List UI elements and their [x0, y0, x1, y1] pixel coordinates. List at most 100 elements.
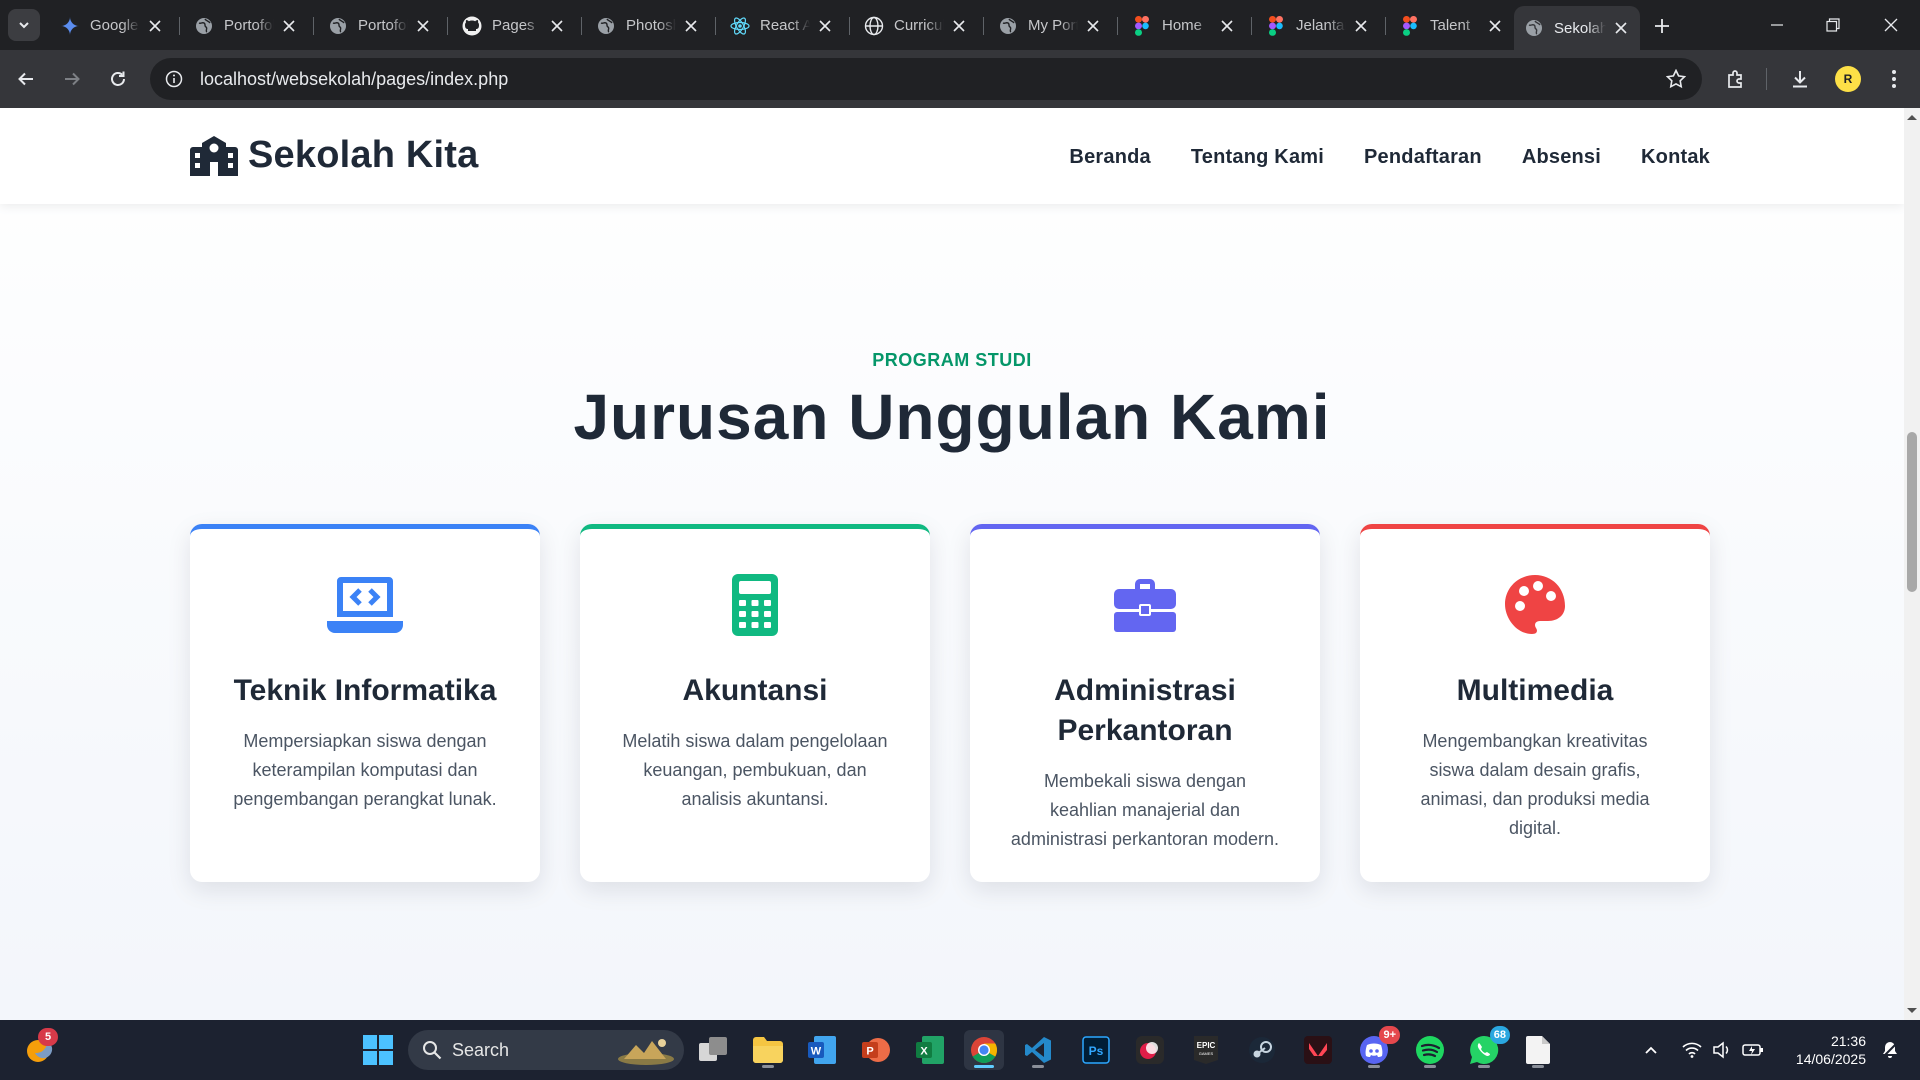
- close-icon[interactable]: [682, 17, 700, 35]
- minimize-button[interactable]: [1760, 10, 1794, 40]
- card-description: Membekali siswa dengan keahlian manajeri…: [1010, 771, 1280, 849]
- tab-photoshop[interactable]: Photoshop: [586, 9, 710, 42]
- tab-curriculum[interactable]: Curriculum: [854, 9, 978, 42]
- tab-title: Curriculum: [894, 17, 944, 34]
- tab-home[interactable]: Home: [1122, 9, 1246, 42]
- forward-button[interactable]: [54, 61, 90, 97]
- excel-button[interactable]: X: [910, 1030, 950, 1070]
- tab-strip: Google Portofolio Portofolio Pages Photo…: [0, 0, 1920, 50]
- close-icon[interactable]: [548, 17, 566, 35]
- back-button[interactable]: [8, 61, 44, 97]
- powerpoint-button[interactable]: P: [856, 1030, 896, 1070]
- tab-sekolah-kita-active[interactable]: Sekolah Kita: [1514, 6, 1640, 50]
- whatsapp-button[interactable]: 68: [1464, 1026, 1510, 1070]
- vscode-button[interactable]: [1018, 1030, 1058, 1070]
- discord-button[interactable]: 9+: [1354, 1026, 1400, 1070]
- davinci-button[interactable]: [1130, 1030, 1170, 1070]
- task-view-button[interactable]: [694, 1030, 734, 1070]
- program-card-administrasi-perkantoran[interactable]: Administrasi Perkantoran Membekali siswa…: [970, 524, 1320, 882]
- site-logo[interactable]: Sekolah Kita: [190, 134, 478, 177]
- program-card-multimedia[interactable]: Multimedia Mengembangkan kreativitas sis…: [1360, 524, 1710, 882]
- chrome-button[interactable]: [964, 1030, 1004, 1070]
- folder-icon: [753, 1037, 783, 1063]
- nav-link-absensi[interactable]: Absensi: [1522, 146, 1601, 169]
- chevron-up-icon[interactable]: [1644, 1043, 1658, 1057]
- scrollbar-thumb[interactable]: [1907, 432, 1917, 592]
- tab-jelantara[interactable]: Jelantara: [1256, 9, 1380, 42]
- nav-link-kontak[interactable]: Kontak: [1641, 146, 1710, 169]
- word-button[interactable]: W: [802, 1030, 842, 1070]
- close-icon[interactable]: [1352, 17, 1370, 35]
- tab-portofolio-2[interactable]: Portofolio: [318, 9, 442, 42]
- steam-button[interactable]: [1242, 1030, 1282, 1070]
- search-placeholder: Search: [452, 1039, 510, 1060]
- valorant-button[interactable]: [1298, 1030, 1338, 1070]
- close-icon[interactable]: [280, 17, 298, 35]
- battery-icon[interactable]: [1742, 1042, 1764, 1058]
- tab-title: Portofolio: [358, 17, 408, 34]
- nav-link-beranda[interactable]: Beranda: [1069, 146, 1150, 169]
- tab-portofolio-1[interactable]: Portofolio: [184, 9, 308, 42]
- taskbar-clock[interactable]: 21:36 14/06/2025: [1776, 1032, 1866, 1068]
- tab-react-app[interactable]: React App: [720, 9, 844, 42]
- browser-menu-button[interactable]: [1880, 65, 1908, 93]
- wifi-icon[interactable]: [1682, 1042, 1702, 1058]
- site-info-icon[interactable]: [164, 69, 184, 89]
- close-window-button[interactable]: [1874, 10, 1908, 40]
- chevron-down-icon: [19, 22, 29, 29]
- bookmark-star-icon[interactable]: [1665, 68, 1687, 89]
- document-icon: [1526, 1036, 1550, 1064]
- nav-link-pendaftaran[interactable]: Pendaftaran: [1364, 146, 1482, 169]
- address-bar[interactable]: localhost/websekolah/pages/index.php: [150, 58, 1702, 100]
- epic-games-button[interactable]: EPIC GAMES: [1186, 1030, 1226, 1070]
- notepad-button[interactable]: [1518, 1030, 1558, 1070]
- close-icon[interactable]: [1218, 17, 1236, 35]
- tab-my-portfolio[interactable]: My Portfolio: [988, 9, 1112, 42]
- globe-icon: [998, 16, 1018, 36]
- widgets-button[interactable]: 5: [20, 1028, 60, 1070]
- notification-badge: 5: [38, 1028, 58, 1046]
- svg-text:P: P: [866, 1046, 873, 1058]
- puzzle-icon: [1728, 70, 1742, 88]
- file-explorer-button[interactable]: [748, 1030, 788, 1070]
- close-icon: [1884, 18, 1898, 32]
- globe-icon: [1524, 18, 1544, 38]
- start-button[interactable]: [358, 1030, 398, 1070]
- taskbar-search[interactable]: Search: [408, 1030, 684, 1070]
- avatar: R: [1835, 66, 1861, 92]
- tab-google[interactable]: Google: [50, 9, 174, 42]
- volume-icon[interactable]: [1712, 1041, 1732, 1059]
- steam-icon: [1249, 1037, 1275, 1063]
- program-card-teknik-informatika[interactable]: Teknik Informatika Mempersiapkan siswa d…: [190, 524, 540, 882]
- new-tab-button[interactable]: [1648, 12, 1676, 40]
- program-card-akuntansi[interactable]: Akuntansi Melatih siswa dalam pengelolaa…: [580, 524, 930, 882]
- restore-icon: [1826, 18, 1840, 32]
- notifications-button[interactable]: [1870, 1030, 1910, 1070]
- close-icon[interactable]: [1612, 19, 1630, 37]
- spotify-icon: [1416, 1036, 1444, 1064]
- close-icon[interactable]: [950, 17, 968, 35]
- photoshop-button[interactable]: Ps: [1076, 1030, 1116, 1070]
- valorant-icon: [1304, 1036, 1332, 1064]
- close-icon[interactable]: [414, 17, 432, 35]
- calculator-icon: [580, 571, 930, 639]
- spotify-button[interactable]: [1410, 1030, 1450, 1070]
- bell-icon: [1882, 1042, 1898, 1058]
- close-icon[interactable]: [146, 17, 164, 35]
- extensions-button[interactable]: [1722, 65, 1750, 93]
- restore-button[interactable]: [1816, 10, 1850, 40]
- tab-pages[interactable]: Pages: [452, 9, 576, 42]
- section-eyebrow: PROGRAM STUDI: [872, 350, 1032, 370]
- close-icon[interactable]: [1084, 17, 1102, 35]
- tab-search-button[interactable]: [8, 9, 40, 41]
- close-icon[interactable]: [816, 17, 834, 35]
- close-icon[interactable]: [1486, 17, 1504, 35]
- tab-talent[interactable]: Talent: [1390, 9, 1514, 42]
- reload-button[interactable]: [100, 61, 136, 97]
- profile-button[interactable]: R: [1834, 65, 1862, 93]
- nav-link-tentang-kami[interactable]: Tentang Kami: [1191, 146, 1324, 169]
- browser-toolbar: localhost/websekolah/pages/index.php R: [0, 50, 1920, 108]
- tab-title: Portofolio: [224, 17, 274, 34]
- downloads-button[interactable]: [1786, 65, 1814, 93]
- search-highlight-icon: [618, 1039, 674, 1065]
